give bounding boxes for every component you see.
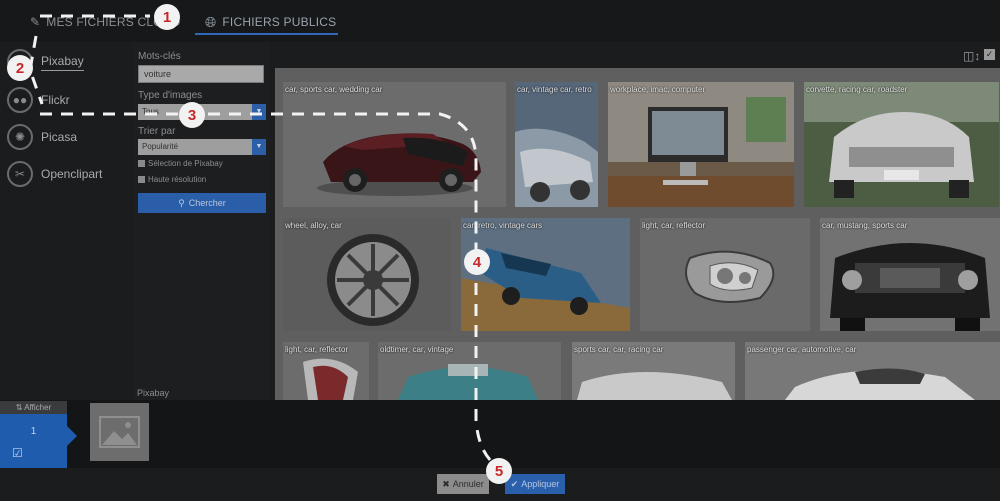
provider-item-openclipart[interactable]: ✂ Openclipart [7,159,102,189]
close-icon: ✖ [442,478,450,489]
tab-public-files-label: FICHIERS PUBLICS [222,15,337,29]
image-tile[interactable]: car, vintage car, retro [515,82,598,207]
provider-label: Openclipart [41,167,103,181]
image-tile[interactable]: wheel, alloy, car [283,218,451,331]
cancel-button-label: Annuler [452,479,484,489]
computer-thumbnail [608,82,794,207]
check-icon: ✔ [510,478,519,489]
image-type-value: Tous [142,107,159,116]
checkbox-icon [138,176,145,183]
cancel-button[interactable]: ✖ Annuler [437,474,489,494]
provider-label: Flickr [41,93,70,107]
keywords-input[interactable]: voiture [138,65,264,83]
checked-box-icon: ☑ [12,446,23,460]
tile-caption: car, sports car, wedding car [285,85,383,94]
tile-caption: corvette, racing car, roadster [806,85,908,94]
image-tile[interactable]: car, mustang, sports car [820,218,1000,331]
tile-caption: light, car, reflector [285,345,349,354]
selection-pointer-arrow [67,426,77,446]
image-tile[interactable]: car, sports car, wedding car [283,82,506,207]
headlight-thumbnail [685,250,775,303]
tile-caption: sports car, car, racing car [574,345,664,354]
selected-count: 1 [30,426,37,437]
search-button-label: Chercher [188,198,226,208]
pen-icon: ✎ [30,15,41,29]
sort-value: Popularité [142,142,179,151]
keywords-label: Mots-clés [138,51,181,62]
view-toggle-icon[interactable]: ◫↕ [963,49,980,63]
car-thumbnail [515,82,598,207]
apply-button[interactable]: ✔ Appliquer [505,474,565,494]
image-tile[interactable]: corvette, racing car, roadster [804,82,999,207]
provider-item-picasa[interactable]: ✺ Picasa [7,122,77,152]
provider-label: Pixabay [41,54,84,71]
image-tile[interactable]: sports car, car, racing car [572,342,735,400]
tile-caption: workplace, imac, computer [610,85,706,94]
image-tile[interactable]: passenger car, automotive, car [745,342,1000,400]
tile-caption: car, retro, vintage cars [463,221,543,230]
tile-caption: car, mustang, sports car [822,221,908,230]
provider-item-flickr[interactable]: ●● Flickr [7,85,70,115]
provider-footer-label: Pixabay [137,388,170,398]
tile-caption: oldtimer, car, vintage [380,345,454,354]
tile-caption: light, car, reflector [642,221,706,230]
image-tile[interactable]: light, car, reflector [640,218,810,331]
search-button[interactable]: ⚲ Chercher [138,193,266,213]
tile-caption: car, vintage car, retro [517,85,592,94]
picasa-icon: ✺ [7,124,33,150]
select-all-checkbox[interactable]: ✓ [984,49,995,60]
image-tile[interactable]: car, retro, vintage cars [461,218,630,331]
tab-public-files[interactable]: 🌐︎ FICHIERS PUBLICS [205,10,336,34]
tile-caption: wheel, alloy, car [285,221,342,230]
checkbox-label: Haute résolution [148,175,207,184]
checkbox-icon [138,160,145,167]
results-grid: car, sports car, wedding car car, vintag… [275,68,1000,400]
selected-image-placeholder[interactable] [90,403,149,461]
chevron-down-icon: ▼ [252,139,266,155]
image-placeholder-icon [99,416,140,448]
image-tile[interactable]: workplace, imac, computer [608,82,794,207]
apply-button-label: Appliquer [521,479,560,489]
car-thumbnail [804,82,999,207]
callout-1: 1 [154,4,180,30]
openclipart-icon: ✂ [7,161,33,187]
callout-2: 2 [7,55,33,81]
car-thumbnail [830,243,990,331]
provider-label: Picasa [41,130,78,144]
car-thumbnail [461,218,630,331]
sort-label: Trier par [138,126,176,137]
show-toggle-button[interactable]: ⇅ Afficher [0,401,67,414]
wheel-thumbnail [327,234,419,326]
callout-4: 4 [464,249,490,275]
high-resolution-checkbox[interactable]: Haute résolution [138,175,206,184]
globe-icon: 🌐︎ [205,13,217,30]
search-icon: ⚲ [178,197,185,208]
checkbox-label: Sélection de Pixabay [148,159,223,168]
pixabay-selection-checkbox[interactable]: Sélection de Pixabay [138,159,223,168]
image-tile[interactable]: light, car, reflector [283,342,369,400]
callout-3: 3 [179,102,205,128]
chevron-down-icon: ▼ [252,104,266,120]
car-thumbnail [317,133,481,196]
active-tab-indicator [195,33,338,35]
image-tile[interactable]: oldtimer, car, vintage [378,342,561,400]
sort-select[interactable]: Popularité ▼ [138,139,266,155]
flickr-icon: ●● [7,87,33,113]
callout-5: 5 [486,458,512,484]
tile-caption: passenger car, automotive, car [747,345,857,354]
image-type-label: Type d'images [138,90,203,101]
selection-counter[interactable] [0,414,67,468]
